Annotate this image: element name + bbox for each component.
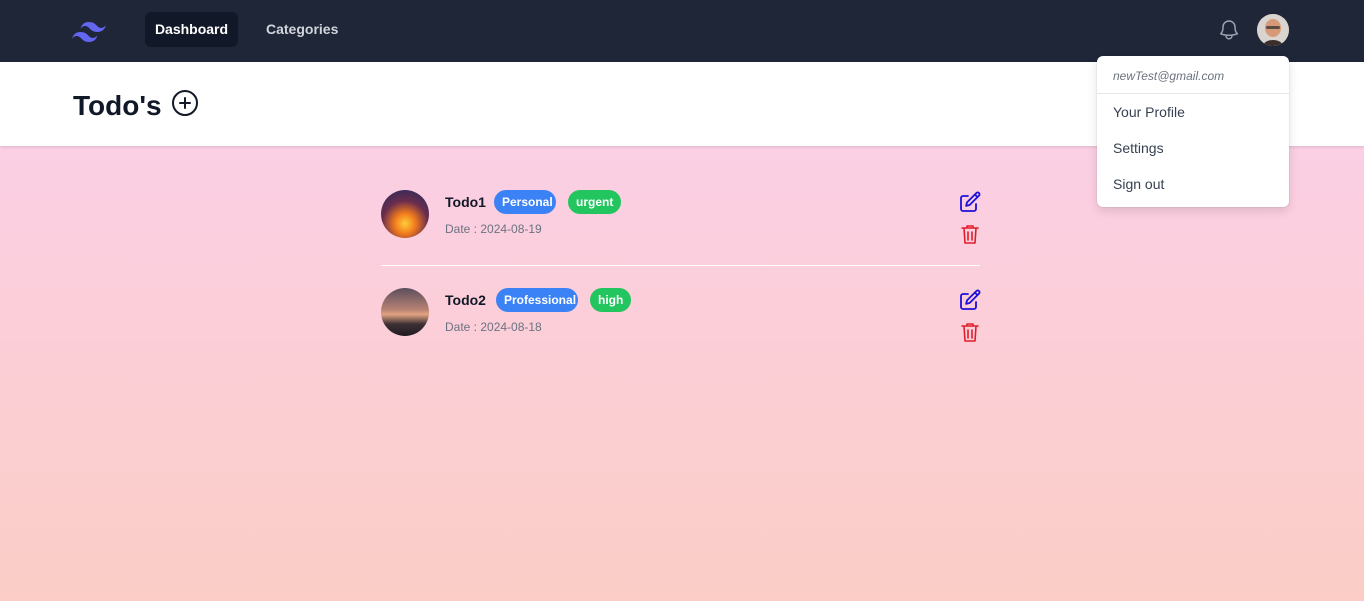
todo-row[interactable]: Todo1 Personal urgent Date : 2024-08-19 bbox=[381, 168, 982, 265]
todo-title: Todo1 bbox=[445, 194, 486, 210]
menu-item-your-profile[interactable]: Your Profile bbox=[1097, 94, 1289, 130]
todo-thumbnail bbox=[381, 190, 429, 238]
trash-icon[interactable] bbox=[958, 320, 982, 344]
user-menu-dropdown: newTest@gmail.com Your Profile Settings … bbox=[1097, 56, 1289, 207]
nav-dashboard-link[interactable]: Dashboard bbox=[145, 12, 238, 47]
todo-title: Todo2 bbox=[445, 292, 486, 308]
todo-list: Todo1 Personal urgent Date : 2024-08-19 … bbox=[381, 168, 982, 363]
priority-badge: urgent bbox=[568, 190, 621, 214]
todo-date: Date : 2024-08-19 bbox=[445, 222, 542, 236]
trash-icon[interactable] bbox=[958, 222, 982, 246]
todo-row[interactable]: Todo2 Professional high Date : 2024-08-1… bbox=[381, 265, 982, 363]
menu-item-settings[interactable]: Settings bbox=[1097, 130, 1289, 166]
plus-circle-icon[interactable] bbox=[171, 89, 199, 117]
priority-badge: high bbox=[590, 288, 631, 312]
avatar-image bbox=[1257, 14, 1289, 46]
user-email: newTest@gmail.com bbox=[1097, 56, 1289, 94]
edit-icon[interactable] bbox=[958, 190, 982, 214]
todo-date: Date : 2024-08-18 bbox=[445, 320, 542, 334]
nav-categories-link[interactable]: Categories bbox=[254, 12, 350, 47]
todo-thumbnail bbox=[381, 288, 429, 336]
user-avatar-button[interactable] bbox=[1257, 14, 1289, 46]
tailwind-logo-icon[interactable] bbox=[72, 17, 106, 43]
menu-item-sign-out[interactable]: Sign out bbox=[1097, 166, 1289, 202]
edit-icon[interactable] bbox=[958, 288, 982, 312]
category-badge: Professional bbox=[496, 288, 578, 312]
bell-icon[interactable] bbox=[1217, 18, 1241, 42]
category-badge: Personal bbox=[494, 190, 556, 214]
top-navbar: Dashboard Categories bbox=[0, 0, 1364, 62]
page-title: Todo's bbox=[73, 90, 162, 121]
